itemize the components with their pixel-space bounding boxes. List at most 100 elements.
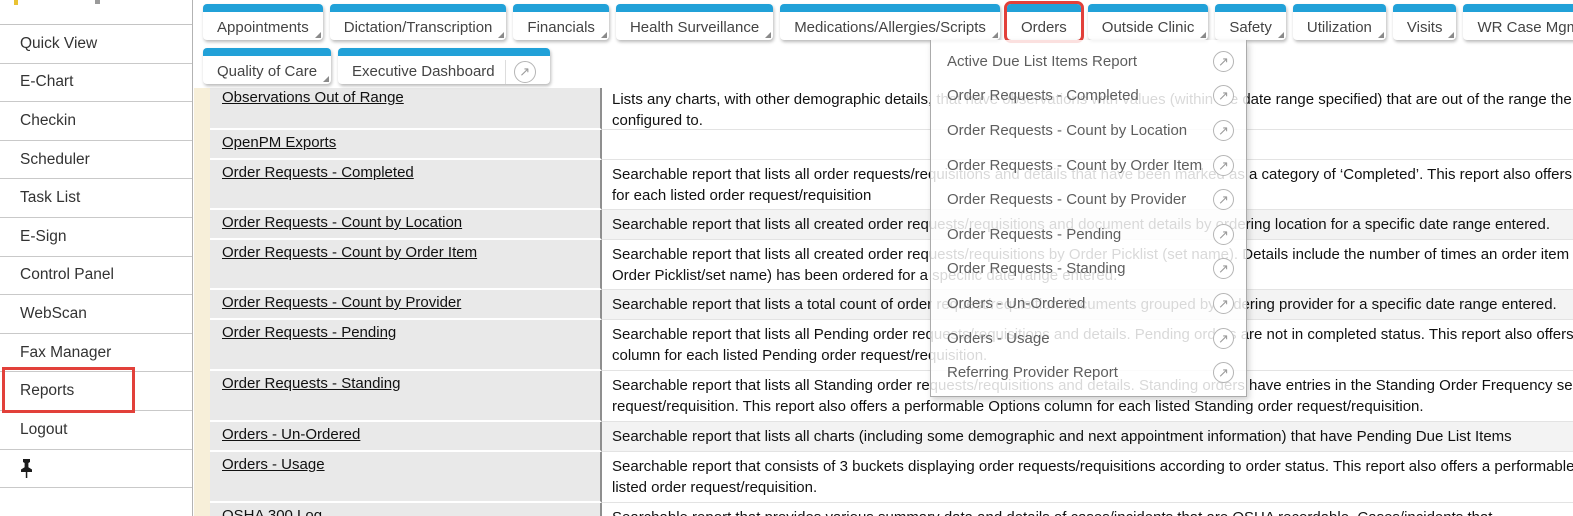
description-line: Searchable report that consists of 3 buc…	[612, 456, 1573, 477]
menu-item-label: Order Requests - Count by Provider	[947, 191, 1186, 208]
report-link-orders-usage[interactable]: Orders - Usage	[222, 456, 325, 473]
tab-outside-clinic[interactable]: Outside Clinic	[1088, 4, 1209, 40]
tabrow-1: Appointments Dictation/Transcription Fin…	[203, 4, 1573, 40]
report-link-openpm-exports[interactable]: OpenPM Exports	[222, 134, 336, 151]
sidebar-item-reports-label: Reports	[20, 382, 74, 400]
table-row: OSHA 300 Log Searchable report that prov…	[210, 503, 1573, 516]
tab-executive-dashboard[interactable]: Executive Dashboard ↗	[338, 48, 550, 84]
description-line: Searchable report that lists all charts …	[612, 426, 1573, 447]
tab-wr-case-mgmt[interactable]: WR Case Mgmt	[1463, 4, 1573, 40]
sidebar-item-control-panel[interactable]: Control Panel	[0, 257, 192, 296]
menu-item-label: Referring Provider Report	[947, 364, 1118, 381]
external-link-icon[interactable]: ↗	[1213, 155, 1234, 176]
sidebar: Quick View E-Chart Checkin Scheduler Tas…	[0, 0, 193, 516]
menu-item-label: Order Requests - Standing	[947, 260, 1125, 277]
tab-dictation-transcription[interactable]: Dictation/Transcription	[330, 4, 507, 40]
sidebar-item-fax-manager[interactable]: Fax Manager	[0, 334, 192, 373]
tab-utilization[interactable]: Utilization	[1293, 4, 1386, 40]
external-link-icon[interactable]: ↗	[1213, 189, 1234, 210]
sidebar-pin-toggle[interactable]	[0, 450, 192, 489]
report-link-order-requests-count-by-order-item[interactable]: Order Requests - Count by Order Item	[222, 244, 477, 261]
external-link-icon[interactable]: ↗	[1213, 224, 1234, 245]
report-link-order-requests-standing[interactable]: Order Requests - Standing	[222, 375, 400, 392]
description-line: request/requisition. This report also of…	[612, 396, 1573, 417]
sidebar-item-quick-view[interactable]: Quick View	[0, 25, 192, 64]
app-window: Quick View E-Chart Checkin Scheduler Tas…	[0, 0, 1573, 516]
sidebar-item-e-sign[interactable]: E-Sign	[0, 218, 192, 257]
tabrow-2: Quality of Care Executive Dashboard ↗	[203, 48, 1573, 84]
report-link-orders-un-ordered[interactable]: Orders - Un-Ordered	[222, 426, 360, 443]
menu-item-label: Order Requests - Completed	[947, 87, 1139, 104]
pushpin-icon	[20, 459, 33, 478]
beige-divider-strip	[194, 30, 210, 516]
menu-item-label: Order Requests - Count by Order Item	[947, 157, 1202, 174]
menu-item-order-requests-standing[interactable]: Order Requests - Standing ↗	[931, 252, 1246, 287]
table-row: OpenPM Exports	[210, 130, 1573, 160]
reports-table: Observations Out of Range Lists any char…	[210, 88, 1573, 516]
table-row: Observations Out of Range Lists any char…	[210, 88, 1573, 130]
menu-item-label: Order Requests - Count by Location	[947, 122, 1187, 139]
report-link-order-requests-count-by-location[interactable]: Order Requests - Count by Location	[222, 214, 462, 231]
sidebar-item-webscan[interactable]: WebScan	[0, 295, 192, 334]
report-link-order-requests-pending[interactable]: Order Requests - Pending	[222, 324, 396, 341]
tab-health-surveillance[interactable]: Health Surveillance	[616, 4, 773, 40]
report-description: Searchable report that consists of 3 buc…	[602, 452, 1573, 503]
sidebar-item-task-list[interactable]: Task List	[0, 179, 192, 218]
menu-item-label: Order Requests - Pending	[947, 226, 1121, 243]
cutoff-icon	[95, 0, 100, 4]
external-link-icon[interactable]: ↗	[1213, 258, 1234, 279]
menu-item-referring-provider-report[interactable]: Referring Provider Report ↗	[931, 355, 1246, 390]
menu-item-orders-un-ordered[interactable]: Orders - Un-Ordered ↗	[931, 286, 1246, 321]
report-description: Searchable report that lists all charts …	[602, 422, 1573, 452]
external-link-icon[interactable]: ↗	[1213, 362, 1234, 383]
menu-item-order-requests-pending[interactable]: Order Requests - Pending ↗	[931, 217, 1246, 252]
tab-medications-allergies-scripts[interactable]: Medications/Allergies/Scripts	[780, 4, 1000, 40]
tab-safety[interactable]: Safety	[1215, 4, 1286, 40]
description-line: listed order request/requisition.	[612, 477, 1573, 498]
table-row: Order Requests - Standing Searchable rep…	[210, 371, 1573, 422]
table-row: Orders - Usage Searchable report that co…	[210, 452, 1573, 503]
description-line: Searchable report that provides various …	[612, 507, 1573, 516]
external-link-icon[interactable]: ↗	[514, 61, 536, 83]
tab-financials[interactable]: Financials	[513, 4, 609, 40]
sidebar-cutoff-toolbar	[0, 0, 192, 25]
menu-item-orders-usage[interactable]: Orders - Usage ↗	[931, 321, 1246, 356]
external-link-icon[interactable]: ↗	[1213, 328, 1234, 349]
report-description: Searchable report that provides various …	[602, 503, 1573, 516]
tab-appointments[interactable]: Appointments	[203, 4, 323, 40]
menu-item-order-requests-count-by-order-item[interactable]: Order Requests - Count by Order Item ↗	[931, 148, 1246, 183]
tab-quality-of-care[interactable]: Quality of Care	[203, 48, 331, 84]
table-row: Order Requests - Pending Searchable repo…	[210, 320, 1573, 371]
menu-item-order-requests-count-by-location[interactable]: Order Requests - Count by Location ↗	[931, 113, 1246, 148]
tab-orders[interactable]: Orders	[1007, 4, 1081, 40]
table-row: Order Requests - Count by Order Item Sea…	[210, 240, 1573, 290]
sidebar-item-logout[interactable]: Logout	[0, 411, 192, 450]
external-link-icon[interactable]: ↗	[1213, 85, 1234, 106]
table-row: Order Requests - Count by Location Searc…	[210, 210, 1573, 240]
table-row: Orders - Un-Ordered Searchable report th…	[210, 422, 1573, 452]
external-link-icon[interactable]: ↗	[1213, 120, 1234, 141]
tab-executive-dashboard-label: Executive Dashboard	[352, 63, 495, 80]
table-row: Order Requests - Count by Provider Searc…	[210, 290, 1573, 320]
module-tabbar: Appointments Dictation/Transcription Fin…	[194, 0, 1573, 88]
menu-item-label: Orders - Un-Ordered	[947, 295, 1085, 312]
tab-visits[interactable]: Visits	[1393, 4, 1457, 40]
menu-item-label: Orders - Usage	[947, 330, 1050, 347]
sidebar-item-scheduler[interactable]: Scheduler	[0, 141, 192, 180]
menu-item-order-requests-count-by-provider[interactable]: Order Requests - Count by Provider ↗	[931, 182, 1246, 217]
cutoff-icon	[14, 0, 18, 5]
menu-item-order-requests-completed[interactable]: Order Requests - Completed ↗	[931, 79, 1246, 114]
sidebar-item-reports[interactable]: Reports	[0, 372, 192, 411]
divider	[505, 60, 506, 84]
external-link-icon[interactable]: ↗	[1213, 51, 1234, 72]
report-link-order-requests-completed[interactable]: Order Requests - Completed	[222, 164, 414, 181]
orders-dropdown-menu: Active Due List Items Report ↗ Order Req…	[930, 40, 1247, 397]
report-link-order-requests-count-by-provider[interactable]: Order Requests - Count by Provider	[222, 294, 461, 311]
table-row: Order Requests - Completed Searchable re…	[210, 160, 1573, 210]
report-link-observations-out-of-range[interactable]: Observations Out of Range	[222, 89, 404, 106]
sidebar-item-e-chart[interactable]: E-Chart	[0, 64, 192, 103]
external-link-icon[interactable]: ↗	[1213, 293, 1234, 314]
report-link-osha-300-log[interactable]: OSHA 300 Log	[222, 507, 322, 516]
menu-item-active-due-list-items-report[interactable]: Active Due List Items Report ↗	[931, 44, 1246, 79]
sidebar-item-checkin[interactable]: Checkin	[0, 102, 192, 141]
